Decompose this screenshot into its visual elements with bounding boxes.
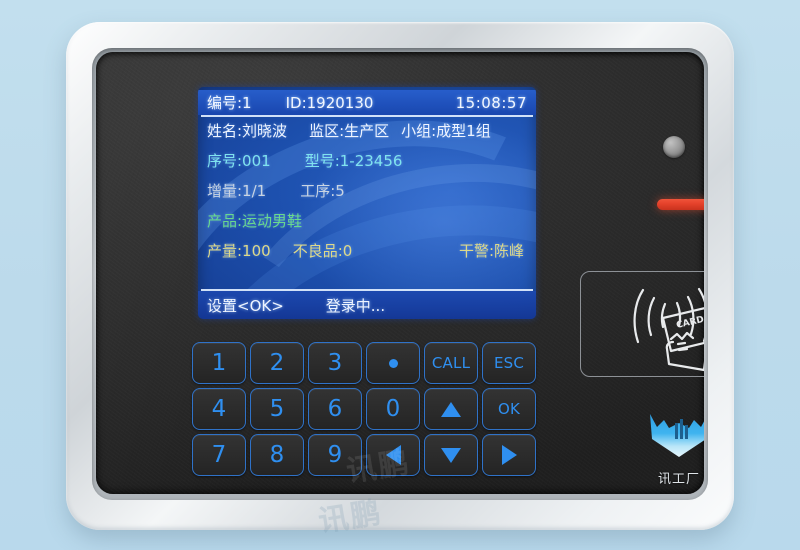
key-esc[interactable]: ESC [482,342,536,384]
terminal-device-bezel: 编号:1 ID:1920130 15:08:57 姓名:刘晓波 监区:生产区 小… [66,22,734,530]
field-product: 产品:运动男鞋 [207,212,303,230]
key-4[interactable]: 4 [192,388,246,430]
shield-factory-logo-icon [650,414,704,457]
field-increment: 增量:1/1 [207,182,267,200]
field-group: 小组:成型1组 [401,122,491,140]
lcd-display: 编号:1 ID:1920130 15:08:57 姓名:刘晓波 监区:生产区 小… [198,87,536,319]
device-front-face: 编号:1 ID:1920130 15:08:57 姓名:刘晓波 监区:生产区 小… [96,52,704,494]
ambient-light-sensor-icon [663,136,685,158]
lcd-row-increment: 增量:1/1 工序:5 [207,180,536,210]
brand-name: 讯工厂 [657,472,700,487]
lcd-status-bottombar: 设置<OK> 登录中... [198,289,536,319]
settings-hint: 设置<OK> [207,296,284,315]
field-sequence-number: 序号:001 [207,152,271,170]
key-arrow-up[interactable] [424,388,478,430]
key-1[interactable]: 1 [192,342,246,384]
key-arrow-down[interactable] [424,434,478,476]
lcd-content: 编号:1 ID:1920130 15:08:57 姓名:刘晓波 监区:生产区 小… [198,87,536,319]
lcd-row-identity: 姓名:刘晓波 监区:生产区 小组:成型1组 [207,120,536,150]
field-zone: 监区:生产区 [309,122,390,140]
brand-logo: 讯工厂 [636,407,704,487]
employee-number-label: 编号:1 [207,94,252,112]
key-6[interactable]: 6 [308,388,362,430]
lcd-status-topbar: 编号:1 ID:1920130 15:08:57 [198,90,536,117]
rfid-contactless-icon: CARD [633,287,704,372]
clock-time: 15:08:57 [455,93,527,112]
key-ok[interactable]: OK [482,388,536,430]
triangle-right-icon [501,445,517,465]
status-led-bar [657,199,704,210]
key-3[interactable]: 3 [308,342,362,384]
key-arrow-right[interactable] [482,434,536,476]
employee-id-label: ID:1920130 [285,93,374,112]
key-call[interactable]: CALL [424,342,478,384]
key-arrow-left[interactable] [366,434,420,476]
triangle-down-icon [441,447,461,463]
login-status-message: 登录中... [325,296,386,315]
key-5[interactable]: 5 [250,388,304,430]
field-process-step: 工序:5 [300,182,345,200]
field-name: 姓名:刘晓波 [207,122,288,140]
lcd-row-output: 产量:100 不良品:0 干警:陈峰 [207,240,536,270]
key-9[interactable]: 9 [308,434,362,476]
lcd-row-product: 产品:运动男鞋 [207,210,536,240]
scene-background: 编号:1 ID:1920130 15:08:57 姓名:刘晓波 监区:生产区 小… [0,0,800,550]
key-0[interactable]: 0 [366,388,420,430]
key-8[interactable]: 8 [250,434,304,476]
field-supervisor: 干警:陈峰 [458,242,524,260]
keypad[interactable]: 1 2 3 CALL ESC 4 5 6 0 OK 7 8 9 [189,339,537,477]
lcd-row-order: 序号:001 型号:1-23456 [207,150,536,180]
triangle-left-icon [385,445,401,465]
key-dot[interactable] [366,342,420,384]
lcd-info-rows: 姓名:刘晓波 监区:生产区 小组:成型1组 序号:001 型号:1-23456 [198,115,536,291]
key-2[interactable]: 2 [250,342,304,384]
key-7[interactable]: 7 [192,434,246,476]
rfid-card-reader-zone[interactable]: CARD [580,271,704,377]
field-defect-count: 不良品:0 [292,242,353,260]
triangle-up-icon [441,401,461,417]
field-model-number: 型号:1-23456 [304,152,403,170]
field-output-quantity: 产量:100 [207,242,271,260]
